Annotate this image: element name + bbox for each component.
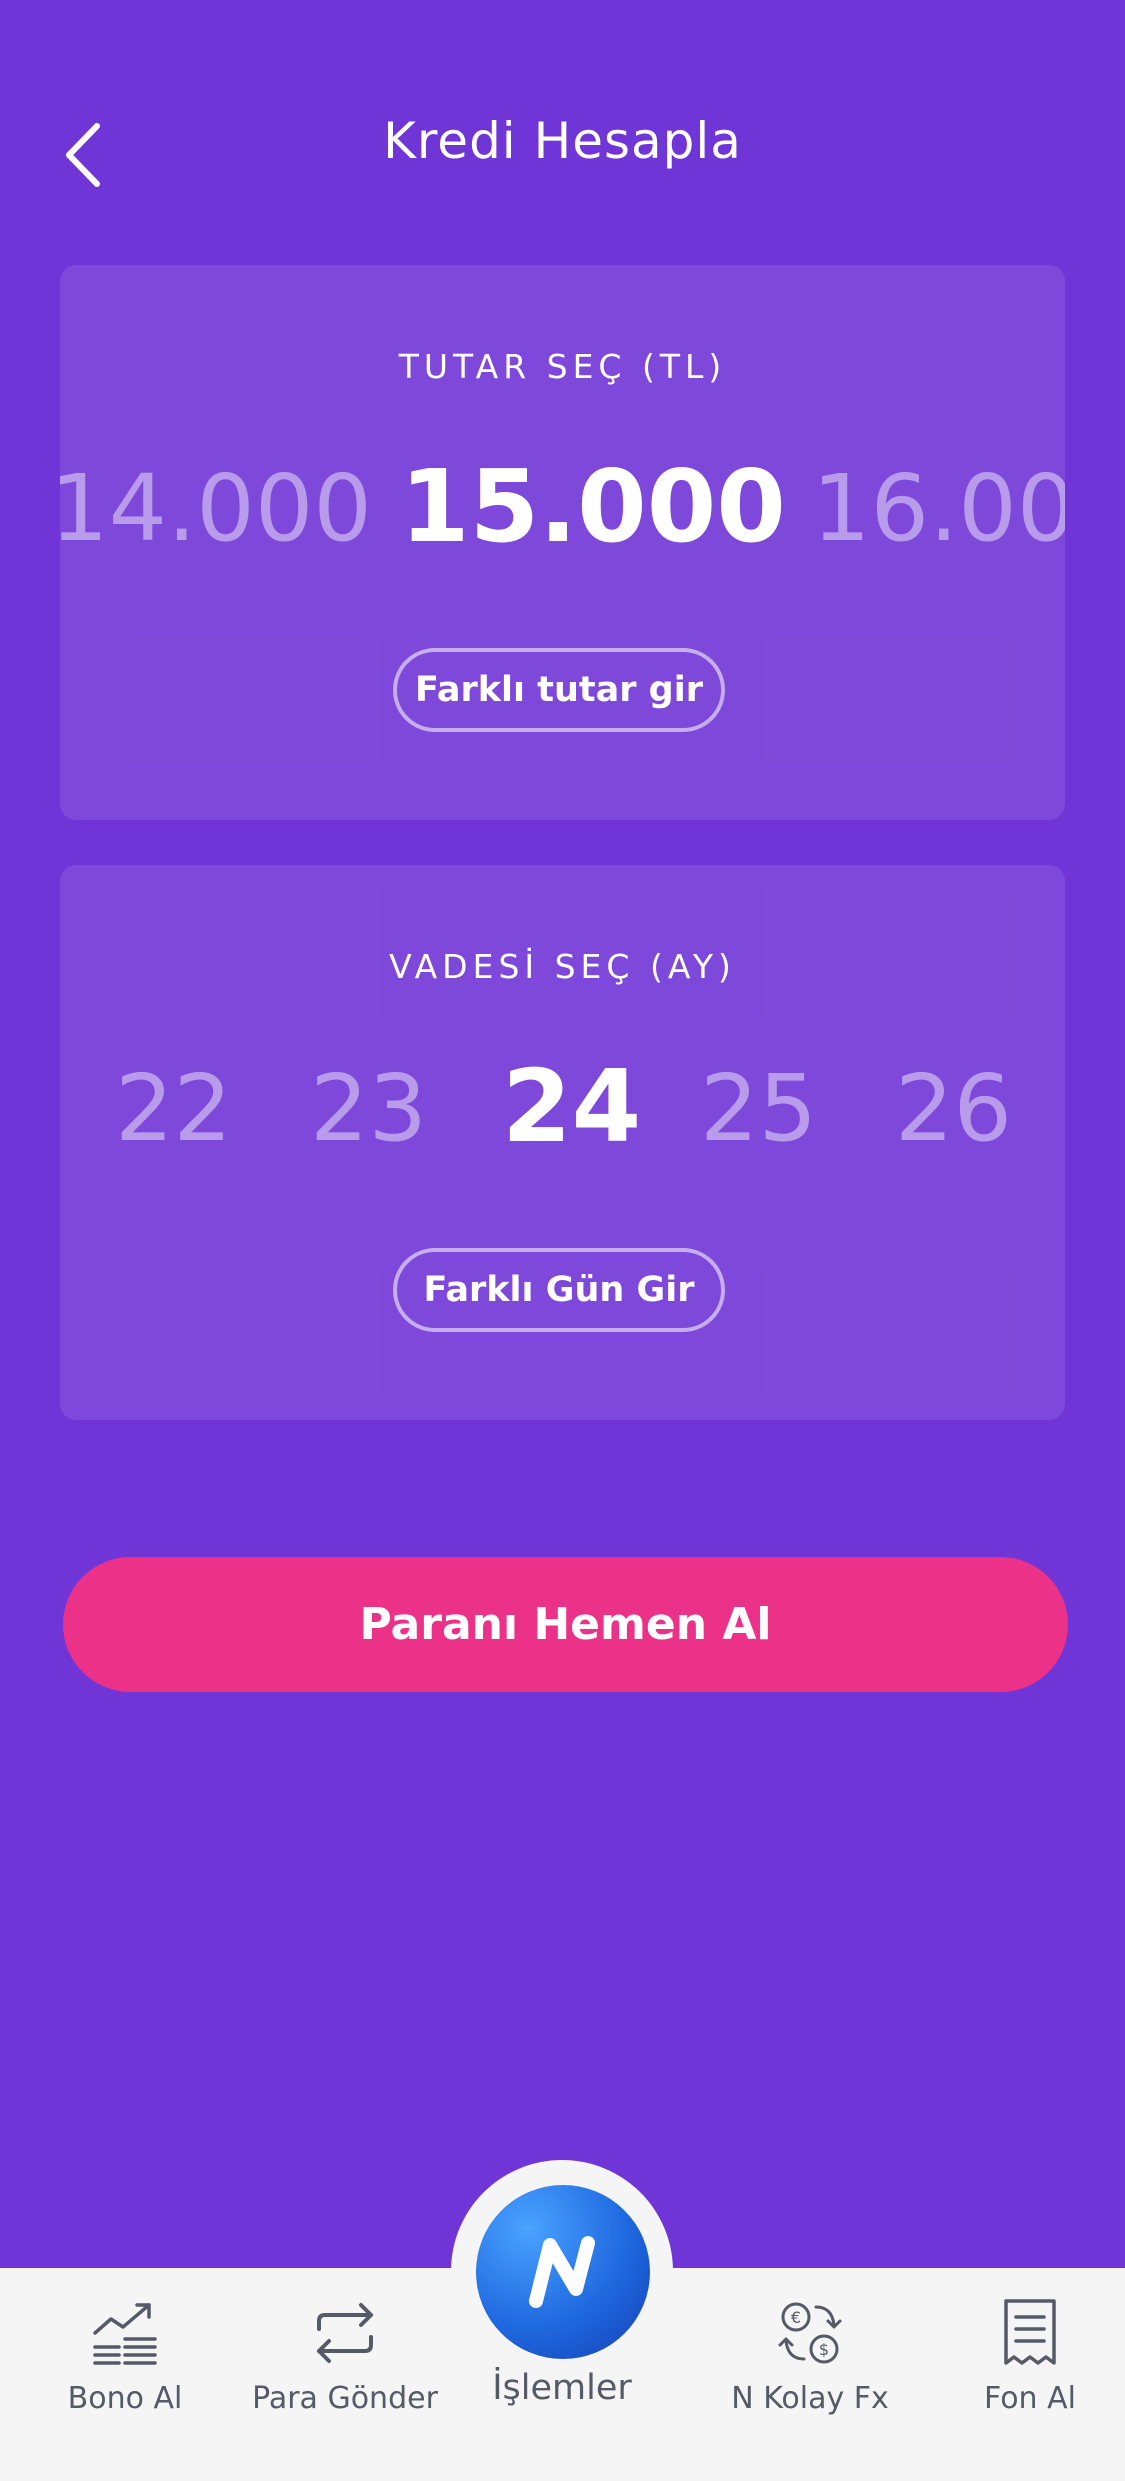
tab-label: Fon Al: [984, 2381, 1076, 2416]
islemler-button[interactable]: [476, 2185, 650, 2359]
amount-option[interactable]: 16.000: [812, 455, 1065, 562]
term-option[interactable]: 23: [310, 1055, 427, 1162]
get-money-button[interactable]: Paranı Hemen Al: [63, 1557, 1068, 1692]
tab-label-islemler: İşlemler: [492, 2368, 632, 2408]
tab-para-gonder[interactable]: Para Gönder: [250, 2268, 440, 2481]
chart-up-icon: [93, 2303, 157, 2365]
receipt-icon: [1004, 2299, 1056, 2365]
n-logo-icon: [529, 2236, 595, 2308]
amount-card: TUTAR SEÇ (TL) 14.000 15.000 16.000 Fark…: [60, 265, 1065, 820]
tab-bono-al[interactable]: Bono Al: [40, 2268, 210, 2481]
different-amount-button[interactable]: Farklı tutar gir: [393, 648, 725, 732]
transfer-arrows-icon: [317, 2303, 373, 2363]
header: Kredi Hesapla: [0, 0, 1125, 300]
term-option-selected[interactable]: 24: [502, 1048, 641, 1165]
term-label: VADESİ SEÇ (AY): [389, 947, 736, 986]
amount-label: TUTAR SEÇ (TL): [398, 347, 727, 386]
svg-text:€: €: [791, 2308, 801, 2327]
svg-text:$: $: [819, 2340, 829, 2359]
tab-label: N Kolay Fx: [731, 2381, 889, 2416]
amount-option-selected[interactable]: 15.000: [400, 448, 786, 565]
tab-n-kolay-fx[interactable]: € $ N Kolay Fx: [720, 2268, 900, 2481]
currency-exchange-icon: € $: [778, 2302, 842, 2364]
tab-label: Bono Al: [67, 2381, 183, 2416]
amount-option[interactable]: 14.000: [60, 455, 372, 562]
different-term-button[interactable]: Farklı Gün Gir: [393, 1248, 725, 1332]
page-title: Kredi Hesapla: [383, 112, 742, 170]
term-option[interactable]: 26: [895, 1055, 1012, 1162]
term-option[interactable]: 22: [115, 1055, 232, 1162]
term-option[interactable]: 25: [700, 1055, 817, 1162]
tab-label: Para Gönder: [252, 2381, 438, 2416]
tab-fon-al[interactable]: Fon Al: [960, 2268, 1100, 2481]
term-card: VADESİ SEÇ (AY) 22 23 24 25 26 Farklı Gü…: [60, 865, 1065, 1420]
